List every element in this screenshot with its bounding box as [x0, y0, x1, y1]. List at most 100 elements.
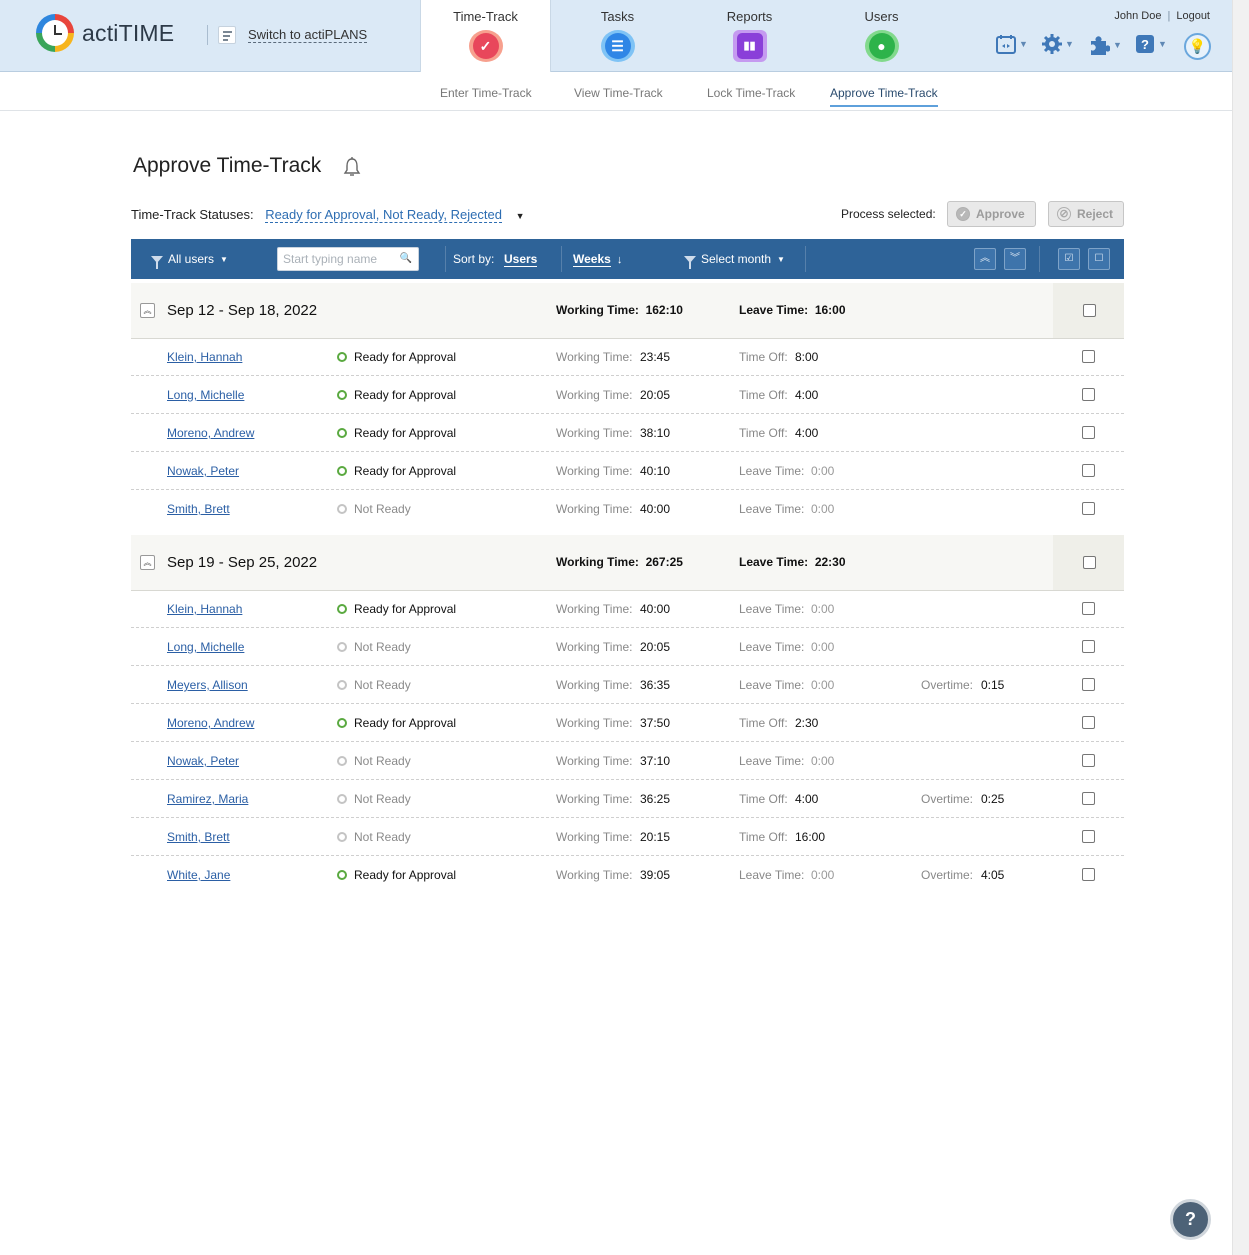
user-link[interactable]: Long, Michelle: [167, 388, 244, 402]
working-time-label: Working Time:: [556, 640, 633, 654]
sort-by-label: Sort by:: [453, 252, 494, 266]
row-checkbox[interactable]: [1082, 868, 1095, 881]
statuses-dropdown[interactable]: Ready for Approval, Not Ready, Rejected: [265, 207, 502, 223]
status-dot-icon: [337, 604, 347, 614]
overtime-label: Overtime:: [921, 868, 974, 882]
actitime-logo[interactable]: actiTIME: [36, 14, 174, 52]
filter-toolbar: All users ▼ Start typing name 🔍 Sort by:…: [131, 239, 1124, 279]
row-checkbox[interactable]: [1082, 716, 1095, 729]
addons-menu[interactable]: ▼: [1088, 34, 1122, 56]
tab-reports[interactable]: Reports ▮▮: [684, 0, 815, 72]
user-link[interactable]: Meyers, Allison: [167, 678, 248, 692]
leave-label: Leave Time:: [739, 868, 805, 882]
user-name[interactable]: John Doe: [1114, 10, 1161, 22]
user-link[interactable]: Nowak, Peter: [167, 754, 239, 768]
schedule-menu[interactable]: ▼: [996, 34, 1028, 54]
user-link[interactable]: Long, Michelle: [167, 640, 244, 654]
row-checkbox[interactable]: [1082, 640, 1095, 653]
row-checkbox[interactable]: [1082, 350, 1095, 363]
tab-time-track[interactable]: Time-Track ✓: [420, 0, 551, 73]
working-time-label: Working Time:: [556, 792, 633, 806]
approve-button[interactable]: ✓ Approve: [947, 201, 1036, 227]
table-row: Ramirez, Maria Not Ready Working Time: 3…: [131, 780, 1124, 818]
subtab-lock-time-track[interactable]: Lock Time-Track: [707, 86, 795, 100]
row-checkbox[interactable]: [1082, 464, 1095, 477]
user-link[interactable]: Klein, Hannah: [167, 602, 242, 616]
calendar-icon: [996, 35, 1016, 54]
overtime-label: Overtime:: [921, 792, 974, 806]
status-dot-icon: [337, 642, 347, 652]
caret-down-icon[interactable]: ▼: [516, 211, 525, 221]
working-time-value: 37:10: [640, 754, 671, 768]
leave-value: 2:30: [795, 716, 819, 730]
group-checkbox[interactable]: [1083, 556, 1096, 569]
collapse-chevron-icon[interactable]: ︽: [140, 303, 155, 318]
group-checkbox[interactable]: [1083, 304, 1096, 317]
sort-by-text: Sort by:: [453, 252, 495, 266]
chevron-down-icon: ▼: [1158, 39, 1167, 49]
subtab-view-time-track[interactable]: View Time-Track: [574, 86, 663, 100]
scrollbar[interactable]: [1232, 0, 1249, 1255]
leave-label: Leave Time:: [739, 678, 805, 692]
user-link[interactable]: Ramirez, Maria: [167, 792, 248, 806]
user-link[interactable]: Klein, Hannah: [167, 350, 242, 364]
user-link[interactable]: Smith, Brett: [167, 830, 230, 844]
working-time-value: 20:15: [640, 830, 671, 844]
select-all-button[interactable]: ☑: [1058, 248, 1080, 270]
collapse-chevron-icon[interactable]: ︽: [140, 555, 155, 570]
help-button[interactable]: ?: [1170, 1199, 1211, 1240]
overtime-value: 0:15: [981, 678, 1005, 692]
status-dot-icon: [337, 466, 347, 476]
overtime-value: 4:05: [981, 868, 1005, 882]
logout-link[interactable]: Logout: [1176, 10, 1210, 22]
search-input[interactable]: Start typing name 🔍: [277, 247, 419, 271]
status: Not Ready: [337, 792, 411, 806]
select-month-filter[interactable]: Select month ▼: [684, 252, 785, 269]
sort-users-button[interactable]: Users: [504, 252, 538, 267]
task-list-icon: ☰: [600, 30, 635, 62]
subtab-approve-time-track[interactable]: Approve Time-Track: [830, 86, 938, 107]
working-time-label: Working Time:: [556, 602, 633, 616]
user-link[interactable]: Nowak, Peter: [167, 464, 239, 478]
user-link[interactable]: Moreno, Andrew: [167, 426, 254, 440]
switch-to-actiplans-link[interactable]: Switch to actiPLANS: [218, 26, 368, 44]
switch-label: Switch to actiPLANS: [248, 27, 368, 43]
working-time-label: Working Time:: [556, 868, 633, 882]
check-circle-icon: ✓: [956, 207, 970, 221]
row-checkbox[interactable]: [1082, 426, 1095, 439]
user-link[interactable]: Moreno, Andrew: [167, 716, 254, 730]
row-checkbox[interactable]: [1082, 754, 1095, 767]
leave-label: Time Off:: [739, 716, 788, 730]
help-menu[interactable]: ? ▼: [1135, 34, 1167, 54]
sort-weeks-button[interactable]: Weeks ↓: [573, 252, 622, 267]
tab-users[interactable]: Users ●: [816, 0, 947, 72]
leave-value: 4:00: [795, 792, 819, 806]
row-checkbox[interactable]: [1082, 602, 1095, 615]
settings-menu[interactable]: ▼: [1042, 34, 1074, 54]
leave-time-summary: Leave Time: 16:00: [739, 303, 846, 317]
collapse-all-button[interactable]: ︽: [974, 248, 996, 270]
group-checkbox-cell: [1053, 283, 1124, 338]
expand-all-button[interactable]: ︾: [1004, 248, 1026, 270]
row-checkbox[interactable]: [1082, 502, 1095, 515]
row-checkbox[interactable]: [1082, 792, 1095, 805]
tab-tasks[interactable]: Tasks ☰: [552, 0, 683, 72]
lightbulb-icon[interactable]: 💡: [1184, 33, 1211, 60]
row-checkbox[interactable]: [1082, 830, 1095, 843]
table-row: Klein, Hannah Ready for Approval Working…: [131, 338, 1124, 376]
deselect-all-button[interactable]: ☐: [1088, 248, 1110, 270]
table-row: Long, Michelle Not Ready Working Time: 2…: [131, 628, 1124, 666]
row-checkbox[interactable]: [1082, 388, 1095, 401]
overtime-value: 0:25: [981, 792, 1005, 806]
bell-icon[interactable]: [342, 156, 362, 183]
header-divider: [207, 25, 208, 45]
row-checkbox[interactable]: [1082, 678, 1095, 691]
reject-button[interactable]: ⊘ Reject: [1048, 201, 1125, 227]
leave-label: Leave Time:: [739, 640, 805, 654]
status-dot-icon: [337, 504, 347, 514]
process-selected-label: Process selected:: [841, 207, 936, 221]
subtab-enter-time-track[interactable]: Enter Time-Track: [440, 86, 532, 100]
user-link[interactable]: Smith, Brett: [167, 502, 230, 516]
all-users-filter[interactable]: All users ▼: [151, 252, 228, 269]
user-link[interactable]: White, Jane: [167, 868, 230, 882]
